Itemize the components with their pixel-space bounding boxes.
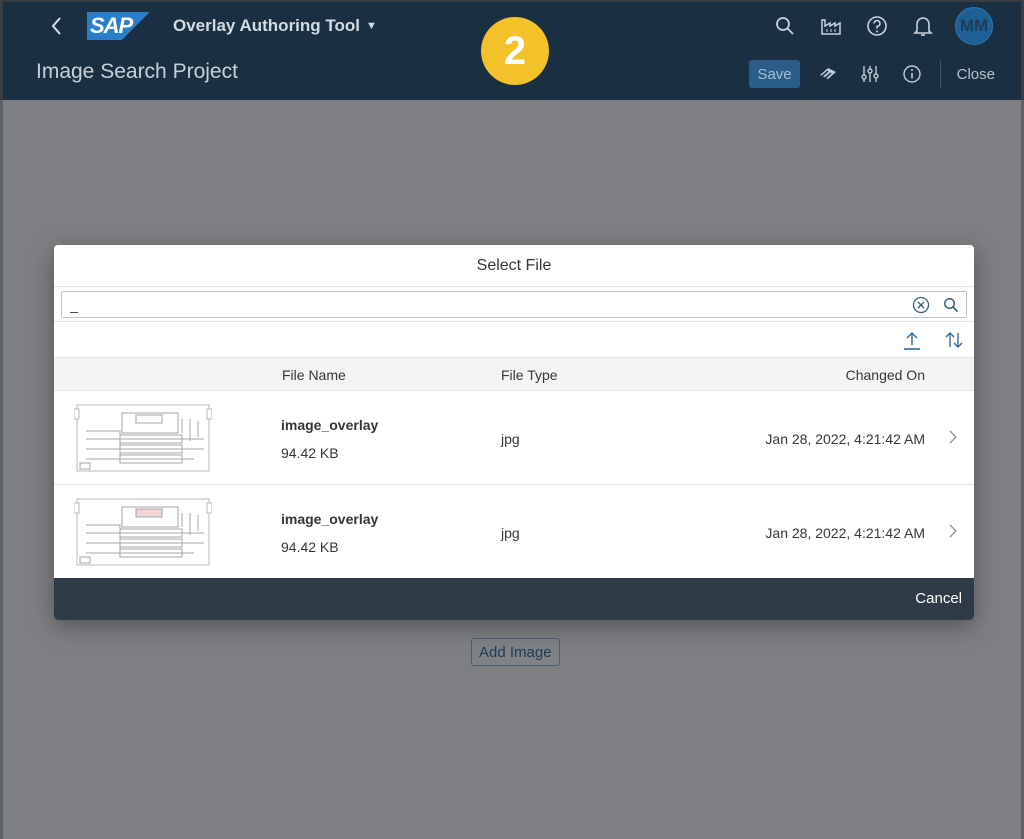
file-type: jpg	[501, 431, 520, 447]
column-header-changed-on[interactable]: Changed On	[846, 367, 925, 383]
select-file-dialog: Select File File Name File Type Changed …	[54, 245, 974, 620]
layers-icon[interactable]	[814, 60, 842, 88]
file-name: image_overlay	[281, 511, 379, 527]
shell-header: SAP Overlay Authoring Tool ▼ MM 2 Image …	[0, 0, 1024, 100]
shell-bar: SAP Overlay Authoring Tool ▼ MM 2	[3, 2, 1021, 85]
search-icon[interactable]	[771, 12, 799, 40]
logo-text: SAP	[90, 13, 133, 38]
close-button[interactable]: Close	[955, 66, 995, 83]
search-row	[54, 287, 974, 321]
app-title-menu[interactable]: Overlay Authoring Tool ▼	[173, 16, 377, 36]
info-icon[interactable]	[898, 60, 926, 88]
header-actions: Save Close	[749, 60, 995, 88]
chevron-right-icon[interactable]	[946, 427, 960, 447]
chevron-left-icon	[51, 17, 61, 35]
file-size: 94.42 KB	[281, 539, 339, 555]
dialog-title: Select File	[54, 245, 974, 287]
settings-sliders-icon[interactable]	[856, 60, 884, 88]
factory-icon[interactable]	[817, 12, 845, 40]
column-header-file-name[interactable]: File Name	[282, 367, 346, 383]
search-icon[interactable]	[936, 292, 966, 317]
table-header: File Name File Type Changed On	[54, 357, 974, 391]
back-button[interactable]	[43, 12, 71, 40]
dialog-footer: Cancel	[54, 578, 974, 620]
file-size: 94.42 KB	[281, 445, 339, 461]
upload-icon[interactable]	[898, 327, 926, 353]
toolbar-separator	[939, 60, 941, 88]
column-header-file-type[interactable]: File Type	[501, 367, 558, 383]
add-image-button[interactable]: Add Image	[471, 638, 560, 666]
file-name: image_overlay	[281, 417, 379, 433]
file-thumbnail	[74, 404, 212, 472]
sort-icon[interactable]	[940, 327, 968, 353]
changed-on: Jan 28, 2022, 4:21:42 AM	[765, 431, 925, 447]
search-input[interactable]	[62, 292, 906, 317]
avatar[interactable]: MM	[955, 7, 993, 45]
table-row[interactable]: image_overlay 94.42 KB jpg Jan 28, 2022,…	[54, 391, 974, 485]
chevron-right-icon[interactable]	[946, 521, 960, 541]
app-title: Overlay Authoring Tool	[173, 16, 361, 35]
search-field	[61, 291, 967, 318]
help-icon[interactable]	[863, 12, 891, 40]
cancel-button[interactable]: Cancel	[915, 590, 962, 607]
table-row[interactable]: image_overlay 94.42 KB jpg Jan 28, 2022,…	[54, 485, 974, 579]
page-title: Image Search Project	[36, 60, 238, 83]
list-toolbar	[54, 321, 974, 357]
object-header: Image Search Project Save Close	[3, 50, 1021, 98]
sap-logo[interactable]: SAP	[87, 12, 149, 40]
changed-on: Jan 28, 2022, 4:21:42 AM	[765, 525, 925, 541]
save-button[interactable]: Save	[749, 60, 800, 88]
caret-down-icon: ▼	[366, 20, 377, 32]
file-thumbnail	[74, 498, 212, 566]
bell-icon[interactable]	[909, 12, 937, 40]
clear-icon[interactable]	[906, 292, 936, 317]
shell-actions: MM	[771, 7, 993, 45]
file-type: jpg	[501, 525, 520, 541]
